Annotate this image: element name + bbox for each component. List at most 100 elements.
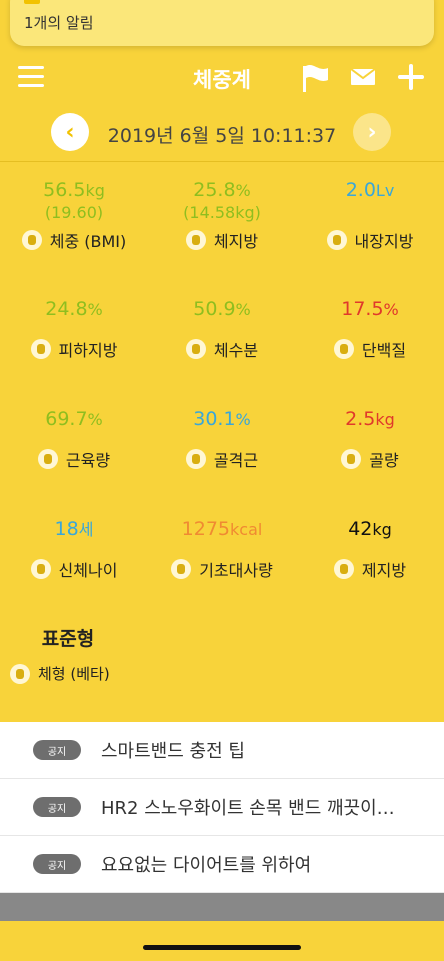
fat-free-icon bbox=[333, 559, 354, 579]
metric-label-row: 피하지방 bbox=[0, 337, 148, 361]
body-type[interactable]: 표준형 체형 (베타) bbox=[10, 624, 140, 684]
metric-label: 신체나이 bbox=[58, 561, 118, 580]
flag-icon[interactable] bbox=[300, 62, 330, 94]
metric-tile[interactable]: 17.5% 단백질 bbox=[296, 297, 444, 361]
metric-label: 근육량 bbox=[65, 451, 111, 470]
notification-app-icon bbox=[24, 0, 40, 4]
metric-label: 체지방 bbox=[213, 232, 259, 251]
subcutaneous-fat-icon bbox=[30, 339, 51, 359]
notice-title: HR2 스노우화이트 손목 밴드 깨끗이… bbox=[101, 798, 395, 819]
metric-value: 17.5% bbox=[296, 297, 444, 322]
metric-tile[interactable]: 56.5kg (19.60) 체중 (BMI) bbox=[0, 178, 148, 252]
metric-label: 체중 (BMI) bbox=[49, 232, 127, 251]
notification-banner[interactable]: 1개의 알림 bbox=[10, 0, 434, 46]
metric-value: 18세 bbox=[0, 517, 148, 542]
metric-value: 2.0Lv bbox=[296, 178, 444, 203]
scale-icon bbox=[21, 230, 42, 250]
body-type-icon bbox=[10, 663, 30, 684]
metric-tile[interactable]: 1275kcal 기초대사량 bbox=[148, 517, 296, 581]
metric-number: 1275 bbox=[181, 518, 231, 540]
body-type-label: 체형 (베타) bbox=[38, 665, 110, 683]
metric-unit: kg bbox=[375, 410, 395, 429]
metric-unit: % bbox=[235, 410, 251, 429]
mail-icon[interactable] bbox=[350, 68, 376, 86]
metric-unit: % bbox=[235, 181, 251, 200]
metric-tile[interactable]: 2.0Lv 내장지방 bbox=[296, 178, 444, 252]
metric-label: 피하지방 bbox=[58, 341, 118, 360]
metric-label: 내장지방 bbox=[354, 232, 414, 251]
metric-number: 30.1 bbox=[193, 408, 236, 430]
metric-unit: kcal bbox=[230, 520, 263, 539]
water-drop-icon bbox=[185, 339, 206, 359]
flame-icon bbox=[171, 559, 192, 579]
next-date-button[interactable]: › bbox=[353, 113, 391, 151]
metric-tile[interactable]: 42kg 제지방 bbox=[296, 517, 444, 581]
metric-tile[interactable]: 18세신체나이 bbox=[0, 517, 148, 581]
metric-value: 25.8% bbox=[148, 178, 296, 203]
skeletal-muscle-icon bbox=[185, 449, 206, 469]
date-navigator: ‹ 2019년 6월 5일 10:11:37 › bbox=[0, 112, 444, 152]
notification-text: 1개의 알림 bbox=[24, 14, 94, 32]
prev-date-button[interactable]: ‹ bbox=[51, 113, 89, 151]
body-fat-icon bbox=[185, 230, 206, 250]
list-item[interactable]: 공지 HR2 스노우화이트 손목 밴드 깨끗이… bbox=[0, 779, 444, 836]
metric-tile[interactable]: 24.8% 피하지방 bbox=[0, 297, 148, 361]
metric-unit: kg bbox=[85, 181, 105, 200]
metric-tile[interactable]: 50.9% 체수분 bbox=[148, 297, 296, 361]
protein-icon bbox=[333, 339, 354, 359]
add-icon[interactable] bbox=[398, 64, 424, 90]
notice-badge: 공지 bbox=[33, 854, 81, 874]
metric-tile[interactable]: 2.5kg 골량 bbox=[296, 407, 444, 471]
metric-value: 24.8% bbox=[0, 297, 148, 322]
metric-number: 50.9 bbox=[193, 298, 236, 320]
list-item[interactable]: 공지 요요없는 다이어트를 위하여 bbox=[0, 836, 444, 893]
metric-value: 2.5kg bbox=[296, 407, 444, 432]
metric-number: 42 bbox=[348, 518, 373, 540]
metric-label-row: 골량 bbox=[296, 447, 444, 471]
list-item[interactable]: 공지 스마트밴드 충전 팁 bbox=[0, 722, 444, 779]
notice-title: 스마트밴드 충전 팁 bbox=[101, 741, 245, 762]
page-title: 체중계 bbox=[193, 68, 251, 92]
visceral-fat-icon bbox=[326, 230, 347, 250]
metric-subvalue: (14.58kg) bbox=[183, 203, 261, 222]
metric-label-row: 체수분 bbox=[148, 337, 296, 361]
notice-title: 요요없는 다이어트를 위하여 bbox=[101, 855, 312, 876]
metric-label: 체수분 bbox=[213, 341, 259, 360]
metric-tile[interactable]: 30.1% 골격근 bbox=[148, 407, 296, 471]
muscle-icon bbox=[37, 449, 58, 469]
metric-number: 25.8 bbox=[193, 179, 236, 201]
metric-label: 단백질 bbox=[361, 341, 407, 360]
metric-unit: % bbox=[87, 300, 103, 319]
metric-label: 제지방 bbox=[361, 561, 407, 580]
metric-number: 2.5 bbox=[345, 408, 376, 430]
metric-label-row: 골격근 bbox=[148, 447, 296, 471]
divider bbox=[0, 161, 444, 162]
hamburger-menu-icon[interactable] bbox=[18, 66, 44, 88]
notice-badge: 공지 bbox=[33, 740, 81, 760]
metric-unit: % bbox=[87, 410, 103, 429]
body-type-value: 표준형 bbox=[41, 628, 95, 650]
metric-label: 골격근 bbox=[213, 451, 259, 470]
notice-list: 공지 스마트밴드 충전 팁 공지 HR2 스노우화이트 손목 밴드 깨끗이… 공… bbox=[0, 722, 444, 893]
metric-number: 18 bbox=[54, 518, 79, 540]
metric-tile[interactable]: 25.8% (14.58kg) 체지방 bbox=[148, 178, 296, 252]
metric-label-row: 제지방 bbox=[296, 557, 444, 581]
metric-unit: 세 bbox=[78, 520, 94, 539]
home-indicator[interactable] bbox=[143, 945, 301, 950]
metric-value: 56.5kg bbox=[0, 178, 148, 203]
metric-unit: kg bbox=[372, 520, 392, 539]
metric-label-row: 내장지방 bbox=[296, 228, 444, 252]
metric-label: 골량 bbox=[369, 451, 399, 470]
metric-label-row: 신체나이 bbox=[0, 557, 148, 581]
metric-label-row: 체중 (BMI) bbox=[0, 228, 148, 252]
metric-number: 69.7 bbox=[45, 408, 88, 430]
metric-tile[interactable]: 69.7% 근육량 bbox=[0, 407, 148, 471]
metric-number: 24.8 bbox=[45, 298, 88, 320]
metric-value: 50.9% bbox=[148, 297, 296, 322]
footer-strip bbox=[0, 893, 444, 921]
metric-value: 69.7% bbox=[0, 407, 148, 432]
metric-label-row: 단백질 bbox=[296, 337, 444, 361]
metric-label: 기초대사량 bbox=[199, 561, 273, 580]
metric-unit: % bbox=[235, 300, 251, 319]
body-age-icon bbox=[30, 559, 51, 579]
